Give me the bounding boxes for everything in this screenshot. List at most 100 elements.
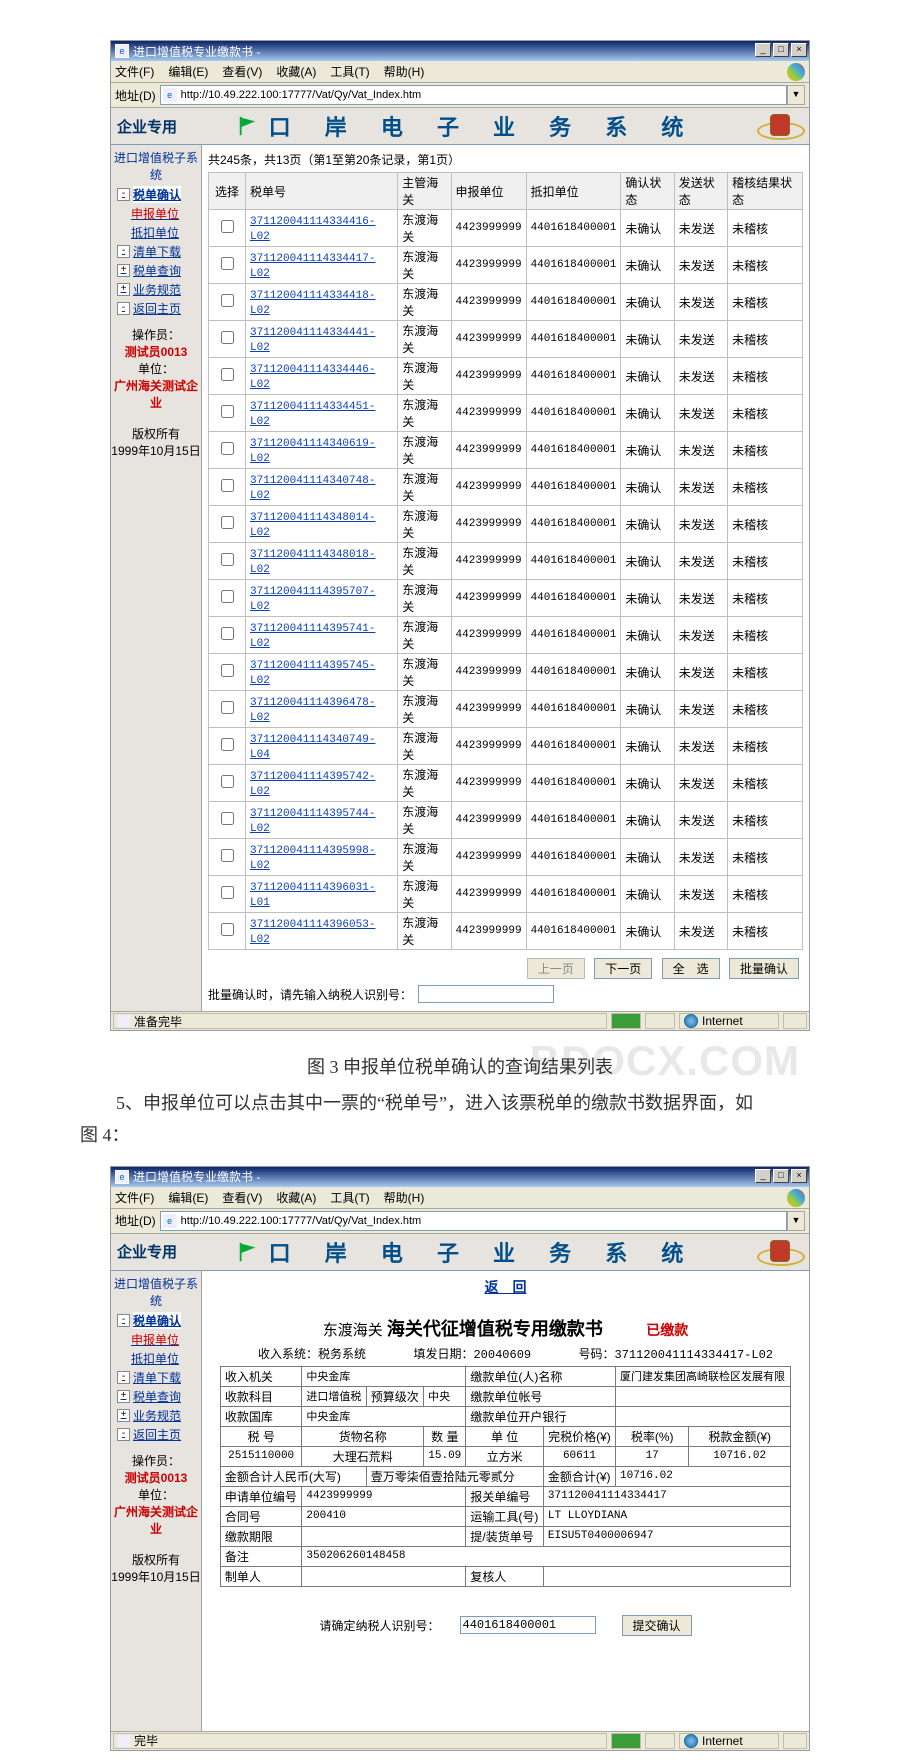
row-checkbox[interactable] — [221, 664, 234, 677]
sidebar-item[interactable]: +税单查询 — [111, 1387, 201, 1406]
table-cell: 未确认 — [621, 654, 674, 691]
tax-bill-link[interactable]: 371120041114334446-L02 — [250, 364, 375, 391]
table-cell: 4423999999 — [451, 506, 526, 543]
sidebar-item[interactable]: -清单下载 — [111, 242, 201, 261]
row-checkbox[interactable] — [221, 220, 234, 233]
row-checkbox[interactable] — [221, 257, 234, 270]
menu-tools[interactable]: 工具(T) — [330, 1189, 369, 1206]
select-all-button[interactable]: 全 选 — [662, 958, 720, 979]
row-checkbox[interactable] — [221, 627, 234, 640]
tax-bill-link[interactable]: 371120041114396478-L02 — [250, 697, 375, 724]
menu-fav[interactable]: 收藏(A) — [276, 1189, 316, 1206]
menu-file[interactable]: 文件(F) — [115, 63, 154, 80]
tax-bill-link[interactable]: 371120041114396031-L01 — [250, 882, 375, 909]
menu-file[interactable]: 文件(F) — [115, 1189, 154, 1206]
tax-bill-link[interactable]: 371120041114395744-L02 — [250, 808, 375, 835]
tree-expander-icon[interactable]: - — [117, 1371, 130, 1384]
menu-fav[interactable]: 收藏(A) — [276, 63, 316, 80]
row-checkbox[interactable] — [221, 849, 234, 862]
tree-expander-icon[interactable]: - — [117, 245, 130, 258]
tree-expander-icon[interactable]: + — [117, 283, 130, 296]
table-cell: 未确认 — [621, 765, 674, 802]
tree-expander-icon[interactable]: + — [117, 264, 130, 277]
menu-tools[interactable]: 工具(T) — [330, 63, 369, 80]
tree-expander-icon[interactable]: + — [117, 1390, 130, 1403]
tree-expander-icon[interactable]: - — [117, 1428, 130, 1441]
tax-bill-link[interactable]: 371120041114348014-L02 — [250, 512, 375, 539]
row-checkbox[interactable] — [221, 590, 234, 603]
tax-bill-link[interactable]: 371120041114395998-L02 — [250, 845, 375, 872]
menu-help[interactable]: 帮助(H) — [384, 1189, 425, 1206]
tax-bill-link[interactable]: 371120041114340619-L02 — [250, 438, 375, 465]
tax-bill-link[interactable]: 371120041114395707-L02 — [250, 586, 375, 613]
close-button[interactable]: × — [791, 43, 807, 57]
tax-bill-link[interactable]: 371120041114334416-L02 — [250, 216, 375, 243]
batch-confirm-button[interactable]: 批量确认 — [729, 958, 799, 979]
table-header: 主管海关 — [398, 173, 451, 210]
sidebar-item[interactable]: 抵扣单位 — [111, 1349, 201, 1368]
tax-bill-link[interactable]: 371120041114348018-L02 — [250, 549, 375, 576]
minimize-button[interactable]: _ — [755, 1169, 771, 1183]
next-page-button[interactable]: 下一页 — [594, 958, 652, 979]
table-cell: 东渡海关 — [398, 321, 451, 358]
maximize-button[interactable]: □ — [773, 1169, 789, 1183]
menu-edit[interactable]: 编辑(E) — [168, 63, 208, 80]
minimize-button[interactable]: _ — [755, 43, 771, 57]
menu-view[interactable]: 查看(V) — [222, 63, 262, 80]
tax-bill-link[interactable]: 371120041114395742-L02 — [250, 771, 375, 798]
taxpayer-id-input[interactable] — [418, 985, 554, 1003]
tree-expander-icon[interactable]: - — [117, 302, 130, 315]
sidebar-item[interactable]: +业务规范 — [111, 1406, 201, 1425]
tax-bill-link[interactable]: 371120041114395745-L02 — [250, 660, 375, 687]
address-dropdown[interactable]: ▼ — [787, 1211, 805, 1231]
row-checkbox[interactable] — [221, 775, 234, 788]
row-checkbox[interactable] — [221, 886, 234, 899]
sidebar-item[interactable]: 抵扣单位 — [111, 223, 201, 242]
row-checkbox[interactable] — [221, 442, 234, 455]
row-checkbox[interactable] — [221, 479, 234, 492]
tree-expander-icon[interactable]: - — [117, 1314, 130, 1327]
menu-help[interactable]: 帮助(H) — [384, 63, 425, 80]
row-checkbox[interactable] — [221, 553, 234, 566]
sidebar-item[interactable]: -返回主页 — [111, 1425, 201, 1444]
address-field[interactable]: e http://10.49.222.100:17777/Vat/Qy/Vat_… — [160, 1211, 787, 1231]
menu-edit[interactable]: 编辑(E) — [168, 1189, 208, 1206]
submit-confirm-button[interactable]: 提交确认 — [622, 1615, 692, 1636]
sidebar-item[interactable]: -清单下载 — [111, 1368, 201, 1387]
sidebar-item[interactable]: -返回主页 — [111, 299, 201, 318]
address-dropdown[interactable]: ▼ — [787, 85, 805, 105]
row-checkbox[interactable] — [221, 516, 234, 529]
address-field[interactable]: e http://10.49.222.100:17777/Vat/Qy/Vat_… — [160, 85, 787, 105]
tax-bill-link[interactable]: 371120041114340749-L04 — [250, 734, 375, 761]
sidebar-item[interactable]: 申报单位 — [111, 1330, 201, 1349]
sidebar-item[interactable]: +税单查询 — [111, 261, 201, 280]
menu-view[interactable]: 查看(V) — [222, 1189, 262, 1206]
maximize-button[interactable]: □ — [773, 43, 789, 57]
sidebar-item[interactable]: -税单确认 — [111, 1311, 201, 1330]
row-checkbox[interactable] — [221, 923, 234, 936]
tax-bill-link[interactable]: 371120041114334417-L02 — [250, 253, 375, 280]
tax-bill-link[interactable]: 371120041114334418-L02 — [250, 290, 375, 317]
row-checkbox[interactable] — [221, 331, 234, 344]
tax-bill-link[interactable]: 371120041114340748-L02 — [250, 475, 375, 502]
row-checkbox[interactable] — [221, 738, 234, 751]
sidebar-item[interactable]: 申报单位 — [111, 204, 201, 223]
return-link[interactable]: 返 回 — [485, 1279, 527, 1295]
tax-bill-link[interactable]: 371120041114334441-L02 — [250, 327, 375, 354]
table-cell: 4401618400001 — [526, 617, 621, 654]
sidebar-item[interactable]: -税单确认 — [111, 185, 201, 204]
taxpayer-id-input[interactable] — [460, 1616, 596, 1634]
tax-bill-link[interactable]: 371120041114395741-L02 — [250, 623, 375, 650]
sidebar-item[interactable]: +业务规范 — [111, 280, 201, 299]
row-checkbox[interactable] — [221, 812, 234, 825]
tax-bill-link[interactable]: 371120041114396053-L02 — [250, 919, 375, 946]
row-checkbox[interactable] — [221, 368, 234, 381]
row-checkbox[interactable] — [221, 405, 234, 418]
row-checkbox[interactable] — [221, 294, 234, 307]
tree-expander-icon[interactable]: + — [117, 1409, 130, 1422]
close-button[interactable]: × — [791, 1169, 807, 1183]
row-checkbox[interactable] — [221, 701, 234, 714]
tax-bill-link[interactable]: 371120041114334451-L02 — [250, 401, 375, 428]
tree-expander-icon[interactable]: - — [117, 188, 130, 201]
table-cell: 4401618400001 — [526, 580, 621, 617]
